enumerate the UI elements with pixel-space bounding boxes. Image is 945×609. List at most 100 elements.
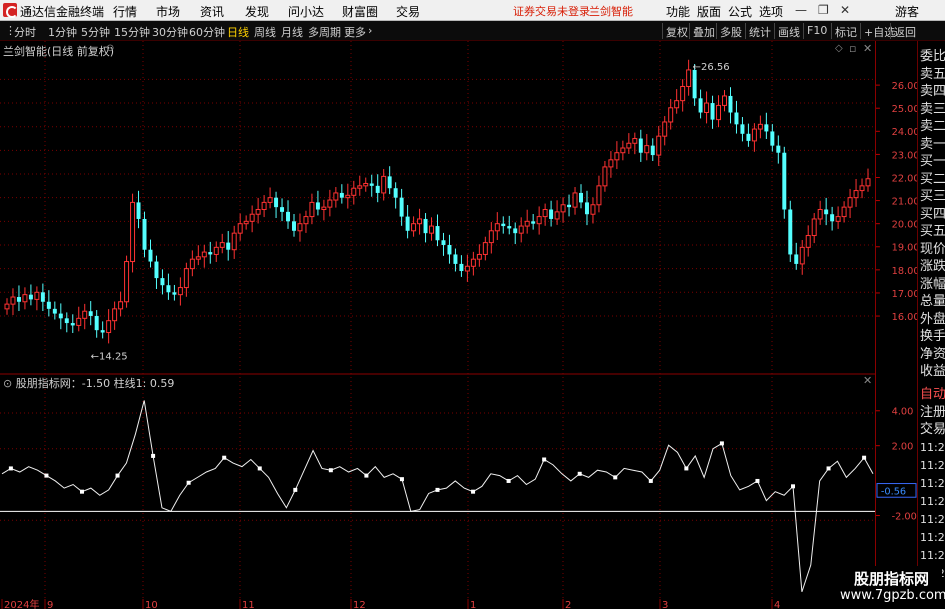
menu-layout[interactable]: 版面 — [697, 3, 721, 20]
period-tab-monthly[interactable]: 月线 — [281, 24, 303, 40]
app-title: 通达信金融终端 — [20, 5, 105, 19]
indicator-settings-icon[interactable]: ⊙ — [3, 377, 12, 390]
menu-formula[interactable]: 公式 — [728, 3, 752, 20]
candle-body-down — [226, 242, 231, 250]
candle-body-down — [286, 211, 291, 222]
login-notice[interactable]: 证券交易未登录 — [513, 3, 590, 19]
chart-area[interactable]: ←26.56 ←14.25 — [0, 41, 875, 599]
menu-wealth[interactable]: 财富圈 — [342, 3, 378, 20]
menu-market[interactable]: 市场 — [156, 3, 180, 20]
watermark-title: 股朋指标网 — [854, 570, 930, 588]
period-tab-multi[interactable]: 多周期 — [308, 24, 341, 40]
side-panel-label: 11:28 — [920, 549, 945, 562]
indicator-close-icon[interactable]: ✕ — [863, 374, 872, 387]
candle-body-down — [166, 285, 171, 293]
restore-icon[interactable]: ❐ — [818, 3, 829, 17]
candle-body-down — [746, 133, 751, 141]
menu-trade[interactable]: 交易 — [396, 3, 420, 20]
candle-body-up — [614, 152, 620, 161]
settings-icon[interactable]: ⊙ — [106, 43, 114, 54]
oscillator-marker — [791, 484, 796, 489]
side-panel-label: 卖三 — [920, 101, 945, 117]
candle-body-up — [363, 182, 369, 187]
f10-button[interactable]: F10 — [803, 23, 830, 39]
period-tab-timeshare[interactable]: 分时 — [14, 24, 36, 40]
side-panel-label: 卖二 — [920, 119, 945, 134]
side-panel-label: 11:26 — [920, 477, 945, 490]
candle-body-down — [584, 202, 589, 215]
oscillator-marker — [8, 466, 13, 471]
price-tick-label: 18.00 — [892, 266, 917, 277]
multi-stock-button[interactable]: 多股 — [716, 23, 745, 39]
candle-body-down — [387, 176, 392, 189]
candle-body-down — [16, 297, 21, 302]
mark-button[interactable]: 标记 — [831, 23, 860, 39]
candle-body-up — [811, 218, 817, 237]
price-tick-label: 24.00 — [892, 127, 917, 138]
side-panel-label: 11:27 — [920, 495, 945, 508]
menu-options[interactable]: 选项 — [759, 3, 783, 20]
candle-body-up — [345, 194, 351, 199]
date-tick-label: 2 — [565, 600, 571, 609]
diamond-icon[interactable]: ◇ — [835, 43, 843, 54]
menu-discover[interactable]: 发现 — [245, 3, 269, 20]
menu-news[interactable]: 资讯 — [200, 3, 224, 20]
side-panel-label: 现价 — [920, 241, 945, 257]
side-panel-label: 自动 — [920, 387, 945, 402]
overlay-button[interactable]: 叠加 — [689, 23, 718, 39]
chevron-right-icon[interactable]: › — [368, 24, 372, 37]
period-tab-more[interactable]: 更多 — [344, 24, 366, 40]
back-button[interactable]: 返回 — [890, 23, 919, 39]
period-tab-daily[interactable]: 日线 — [227, 24, 249, 40]
candle-body-down — [453, 254, 458, 264]
candle-body-down — [782, 152, 787, 210]
panel-close-icon[interactable]: ✕ — [863, 42, 872, 55]
candle-body-down — [770, 131, 775, 146]
candle-body-up — [297, 223, 303, 232]
minimize-icon[interactable]: — — [795, 3, 807, 17]
close-icon[interactable]: ✕ — [840, 3, 850, 17]
period-tab-5min[interactable]: 5分钟 — [81, 24, 110, 40]
menu-ask[interactable]: 问小达 — [288, 3, 324, 20]
draw-line-button[interactable]: 画线 — [774, 23, 803, 39]
candle-body-down — [579, 192, 583, 203]
date-tick-label: 12 — [353, 600, 366, 609]
oscillator-marker — [222, 455, 227, 460]
candle-body-up — [716, 104, 722, 121]
menu-quotes[interactable]: 行情 — [113, 3, 137, 20]
period-tab-1min[interactable]: 1分钟 — [48, 24, 77, 40]
candle-body-down — [375, 185, 380, 193]
candle-body-up — [261, 201, 267, 210]
candle-body-up — [82, 310, 88, 319]
candle-body-down — [764, 124, 769, 132]
candle-body-down — [507, 226, 512, 229]
candle-body-down — [160, 278, 165, 286]
user-label[interactable]: 游客 — [895, 3, 919, 20]
period-tab-15min[interactable]: 15分钟 — [114, 24, 150, 40]
candle-body-down — [274, 197, 279, 208]
side-panel-label: 11:27 — [920, 513, 945, 526]
candle-body-up — [10, 296, 16, 305]
grid-toggle-icon[interactable]: ▫ — [849, 42, 856, 55]
stock-link[interactable]: 兰剑智能 — [589, 3, 633, 19]
price-tick-label: 19.00 — [892, 243, 917, 254]
candle-body-down — [728, 95, 733, 113]
adjust-button[interactable]: 复权 — [662, 23, 691, 39]
side-panel-label: 11:24 — [920, 441, 945, 454]
period-tab-60min[interactable]: 60分钟 — [189, 24, 225, 40]
candle-body-down — [794, 254, 799, 264]
candle-body-up — [130, 201, 136, 263]
side-panel-label: 收益 — [920, 364, 945, 379]
candle-body-down — [148, 249, 153, 262]
stats-button[interactable]: 统计 — [745, 23, 774, 39]
menu-function[interactable]: 功能 — [666, 3, 690, 20]
candle-body-up — [201, 251, 207, 258]
date-tick-label: 1 — [470, 600, 476, 609]
oscillator-series — [0, 400, 875, 593]
period-tab-30min[interactable]: 30分钟 — [152, 24, 188, 40]
period-tab-weekly[interactable]: 周线 — [254, 24, 276, 40]
period-toolbar: ⋮ 分时 1分钟 5分钟 15分钟 30分钟 60分钟 日线 周线 月线 多周期… — [0, 21, 945, 41]
candle-body-up — [686, 69, 692, 87]
side-panel-label: 涨跌 — [920, 259, 945, 274]
candle-body-down — [142, 218, 147, 250]
